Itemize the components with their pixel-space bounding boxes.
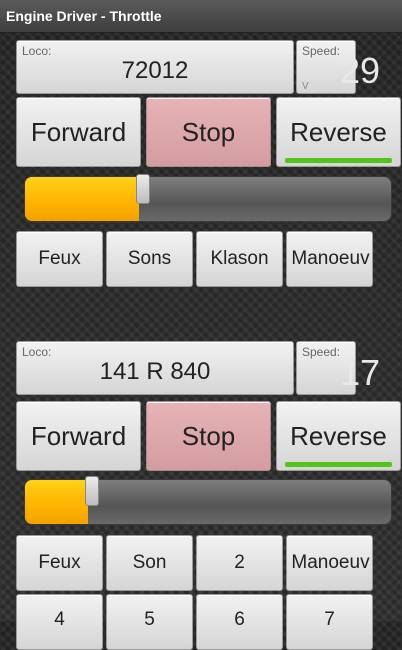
speed-slider-thumb-2[interactable] [85, 476, 99, 506]
speed-label: Speed: [302, 345, 341, 359]
function-button-2-2[interactable]: 2 [196, 535, 283, 591]
function-button-sons-1[interactable]: Sons [106, 231, 193, 287]
stop-button-2[interactable]: Stop [146, 401, 271, 471]
active-direction-indicator [285, 158, 392, 163]
function-button-manoeuv-2[interactable]: Manoeuv [286, 535, 373, 591]
function-label: 7 [324, 609, 335, 630]
function-button-4-2[interactable]: 4 [16, 594, 103, 650]
function-button-5-2[interactable]: 5 [106, 594, 193, 650]
speed-slider-fill [25, 177, 139, 221]
stop-label: Stop [181, 116, 236, 147]
loco-label: Loco: [22, 44, 52, 58]
function-label: Sons [127, 248, 172, 269]
loco-label: Loco: [22, 345, 52, 359]
function-label: Feux [38, 248, 81, 269]
function-button-7-2[interactable]: 7 [286, 594, 373, 650]
app-title: Engine Driver - Throttle [6, 8, 162, 24]
function-label: Manoeuv [291, 248, 370, 269]
forward-button-2[interactable]: Forward [16, 401, 141, 471]
speed-slider-thumb-1[interactable] [136, 174, 150, 204]
loco-select-button-1[interactable]: Loco: 72012 [16, 40, 294, 94]
function-label: 4 [54, 609, 65, 630]
loco-select-button-2[interactable]: Loco: 141 R 840 [16, 341, 294, 395]
reverse-label: Reverse [290, 420, 387, 451]
function-label: 2 [234, 552, 245, 573]
speed-value-2: 17 [340, 352, 381, 393]
function-label: Feux [38, 552, 81, 573]
function-button-feux-1[interactable]: Feux [16, 231, 103, 287]
function-button-klason-1[interactable]: Klason [196, 231, 283, 287]
speed-slider-2[interactable] [24, 479, 392, 525]
loco-name: 141 R 840 [99, 358, 211, 385]
loco-name: 72012 [121, 57, 189, 84]
function-button-6-2[interactable]: 6 [196, 594, 283, 650]
forward-button-1[interactable]: Forward [16, 97, 141, 167]
function-button-feux-2[interactable]: Feux [16, 535, 103, 591]
reverse-label: Reverse [290, 116, 387, 147]
function-label: 6 [234, 609, 245, 630]
function-label: Son [132, 552, 167, 573]
function-button-son-2[interactable]: Son [106, 535, 193, 591]
function-button-manoeuv-1[interactable]: Manoeuv [286, 231, 373, 287]
reverse-button-1[interactable]: Reverse [276, 97, 401, 167]
speed-value-1: 29 [340, 50, 381, 91]
speed-unit: V [302, 81, 309, 92]
function-label: Manoeuv [291, 552, 370, 573]
function-label: Klason [210, 248, 269, 269]
forward-label: Forward [30, 116, 127, 147]
title-bar: Engine Driver - Throttle [0, 0, 402, 33]
speed-label: Speed: [302, 44, 341, 58]
speed-slider-1[interactable] [24, 176, 392, 222]
forward-label: Forward [30, 420, 127, 451]
stop-label: Stop [181, 420, 236, 451]
reverse-button-2[interactable]: Reverse [276, 401, 401, 471]
speed-slider-fill [25, 480, 88, 524]
active-direction-indicator [285, 462, 392, 467]
stop-button-1[interactable]: Stop [146, 97, 271, 167]
function-label: 5 [144, 609, 155, 630]
